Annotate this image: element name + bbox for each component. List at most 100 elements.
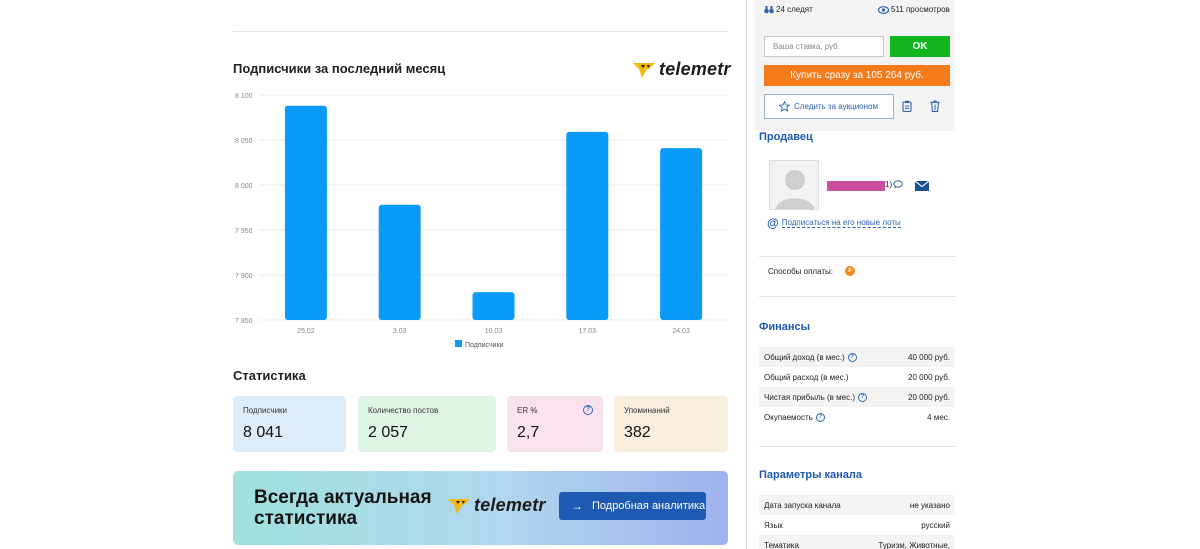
seller-rating: 1) <box>885 180 903 189</box>
stat-value: 2,7 <box>517 424 540 441</box>
help-icon[interactable]: ? <box>815 412 825 422</box>
detailed-analytics-button[interactable]: → Подробная аналитика <box>559 492 706 520</box>
y-tick-label: 8 000 <box>235 183 253 190</box>
payment-methods: Способы оплаты: P <box>768 266 856 276</box>
legend-swatch <box>455 340 462 347</box>
finance-row: Чистая прибыль (в мес.)? 20 000 руб. <box>759 387 955 407</box>
channel-label: Тематика <box>764 540 799 549</box>
payment-label: Способы оплаты: <box>768 266 834 276</box>
channel-row: Дата запуска канала не указано <box>759 495 955 515</box>
stat-label: Подписчики <box>243 406 288 415</box>
help-icon[interactable]: ? <box>858 392 867 402</box>
stat-card-subscribers: Подписчики 8 041 <box>233 396 346 452</box>
star-icon <box>779 101 790 112</box>
y-tick-label: 7 950 <box>235 228 253 235</box>
stat-card-er: ER % 2,7 ? <box>507 396 603 452</box>
stat-value: 382 <box>624 424 651 441</box>
finance-value: 20 000 руб. <box>908 372 950 382</box>
finance-row: Общий расход (в мес.) 20 000 руб. <box>759 367 955 387</box>
finance-label: Окупаемость <box>764 412 813 422</box>
stats-title: Статистика <box>233 368 306 383</box>
button-label: Подробная аналитика <box>592 500 706 512</box>
banner-title: Всегда актуальная статистика <box>254 487 432 529</box>
main-column: Подписчики за последний месяц telemetr 8… <box>233 0 731 549</box>
x-tick-label: 17.03 <box>579 328 597 335</box>
telemetr-logo[interactable]: telemetr <box>633 59 731 80</box>
finances-title: Финансы <box>759 321 811 333</box>
channel-row: Тематика Туризм, Животные, <box>759 535 955 549</box>
x-tick-label: 3.03 <box>393 328 407 335</box>
finance-row: Окупаемость? 4 мес. <box>759 407 955 427</box>
divider <box>759 256 955 257</box>
channel-row: Язык русский <box>759 515 955 535</box>
telemetr-logo-icon <box>448 498 470 514</box>
stat-label: Упоминаний <box>624 406 670 415</box>
finance-value: 20 000 руб. <box>908 392 950 402</box>
sidebar: 24 следят 511 просмотров Ваша ставка, ру… <box>755 0 955 549</box>
views-text: 511 просмотров <box>891 5 950 14</box>
subscribers-chart: 8 100 8 050 8 000 7 950 7 900 7 850 25.02 3.03 1… <box>235 93 728 349</box>
at-icon: @ <box>767 216 779 230</box>
finance-label: Общий расход (в мес.) <box>764 372 849 382</box>
channel-value: русский <box>921 520 950 530</box>
payment-method-icon: P <box>845 266 856 276</box>
stat-card-posts: Количество постов 2 057 <box>358 396 496 452</box>
bar <box>378 204 421 320</box>
column-divider <box>746 0 747 549</box>
stat-label: Количество постов <box>368 406 439 415</box>
finance-label: Чистая прибыль (в мес.) <box>764 392 855 402</box>
stat-value: 2 057 <box>368 424 409 441</box>
bar <box>660 148 703 320</box>
y-tick-label: 7 850 <box>235 318 253 325</box>
divider <box>233 31 728 32</box>
user-silhouette-icon <box>775 170 815 209</box>
seller-name-redacted[interactable] <box>827 181 885 191</box>
y-tick-label: 7 900 <box>235 273 253 280</box>
subscribe-label: Подписаться на его новые лоты <box>781 218 901 228</box>
finance-label: Общий доход (в мес.) <box>764 352 845 362</box>
comment-icon[interactable] <box>893 180 903 189</box>
analytics-banner: Всегда актуальная статистика telemetr → … <box>233 471 728 545</box>
seller-avatar[interactable] <box>769 160 819 210</box>
finance-value: 4 мес. <box>927 412 950 422</box>
y-tick-label: 8 100 <box>235 93 253 100</box>
logo-text: telemetr <box>474 495 546 515</box>
channel-label: Язык <box>764 520 783 530</box>
page: Подписчики за последний месяц telemetr 8… <box>0 0 1200 549</box>
trash-icon[interactable] <box>930 100 940 112</box>
channel-value: Туризм, Животные, <box>878 540 950 549</box>
chart-title: Подписчики за последний месяц <box>233 61 446 76</box>
x-tick-label: 24.03 <box>672 328 690 335</box>
ok-button[interactable]: OK <box>890 36 950 57</box>
channel-label: Дата запуска канала <box>764 500 841 510</box>
subscribe-link[interactable]: @ Подписаться на его новые лоты <box>767 216 901 230</box>
banner-telemetr-logo: telemetr <box>448 495 546 516</box>
follow-auction-button[interactable]: Следить за аукционом <box>764 94 894 119</box>
arrow-right-icon: → <box>571 499 583 513</box>
x-tick-label: 10.03 <box>485 328 503 335</box>
x-tick-label: 25.02 <box>297 328 315 335</box>
bar <box>284 105 327 320</box>
finance-value: 40 000 руб. <box>908 352 950 362</box>
mail-icon[interactable] <box>915 181 929 191</box>
eye-icon <box>878 5 889 14</box>
finance-row: Общий доход (в мес.)? 40 000 руб. <box>759 347 955 367</box>
seller-title: Продавец <box>759 131 813 143</box>
clipboard-icon[interactable] <box>902 100 912 112</box>
channel-params-title: Параметры канала <box>759 469 863 481</box>
divider <box>759 296 955 297</box>
stat-card-mentions: Упоминаний 382 <box>614 396 728 452</box>
help-icon[interactable]: ? <box>583 405 593 415</box>
seller-rating-text: 1) <box>885 180 893 189</box>
bar <box>472 292 515 320</box>
followers-count: 24 следят <box>764 5 813 14</box>
stat-value: 8 041 <box>243 424 284 441</box>
bid-input[interactable]: Ваша ставка, руб. <box>764 36 884 57</box>
follow-label: Следить за аукционом <box>794 102 878 111</box>
help-icon[interactable]: ? <box>847 352 857 362</box>
y-tick-label: 8 050 <box>235 138 253 145</box>
telemetr-logo-icon <box>633 62 655 78</box>
buy-now-button[interactable]: Купить сразу за 105 264 руб. <box>764 65 950 86</box>
divider <box>759 446 955 447</box>
followers-text: 24 следят <box>776 5 813 14</box>
